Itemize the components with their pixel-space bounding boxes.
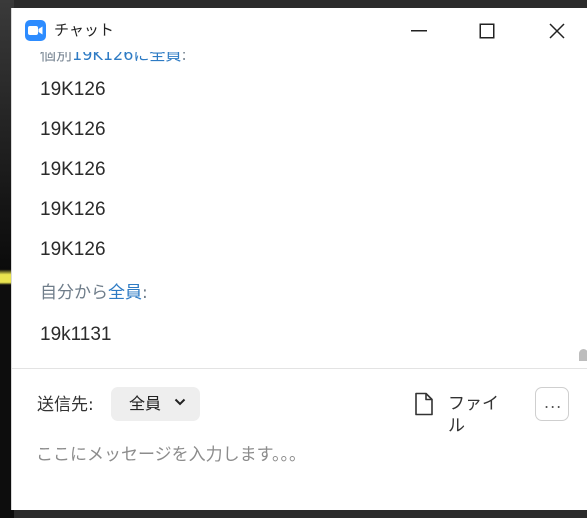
- chevron-down-icon: [174, 398, 186, 406]
- close-icon: [549, 23, 565, 39]
- message-input[interactable]: [36, 440, 556, 470]
- sender-name: 自分から: [40, 283, 108, 303]
- recipient-value: 全員: [129, 394, 162, 413]
- chat-message-list[interactable]: 個別19K126に全員: 19K126 19K126 19K126 19K126…: [12, 52, 587, 368]
- title-bar[interactable]: チャット: [12, 8, 587, 52]
- recipient-dropdown[interactable]: 全員: [111, 387, 200, 421]
- chat-message: 19K126: [40, 199, 106, 220]
- chat-message: 19k1131: [40, 324, 112, 345]
- message-scrollbar[interactable]: [577, 52, 587, 368]
- header-colon: :: [181, 52, 187, 64]
- message-sender-header: 個別19K126に全員:: [40, 52, 187, 65]
- header-colon: :: [142, 283, 148, 303]
- close-button[interactable]: [535, 16, 579, 46]
- more-icon: ...: [544, 393, 563, 412]
- send-to-label: 送信先:: [37, 395, 94, 415]
- minimize-icon: [411, 30, 427, 32]
- sender-name: 個別: [40, 52, 73, 64]
- window-title: チャット: [54, 21, 114, 39]
- chat-window: チャット 個別19K126に全員: 19K126 19K126 19K126 1…: [11, 8, 587, 510]
- maximize-icon: [479, 23, 495, 39]
- message-composer: 送信先: 全員 ファイル ...: [12, 369, 587, 510]
- recipient-name: 19K126に全員: [72, 52, 182, 64]
- chat-message: 19K126: [40, 239, 106, 260]
- chat-message: 19K126: [40, 159, 106, 180]
- zoom-camera-icon: [25, 20, 46, 41]
- minimize-button[interactable]: [397, 16, 441, 46]
- recipient-name[interactable]: 全員: [108, 283, 142, 303]
- chat-message: 19K126: [40, 79, 106, 100]
- maximize-button[interactable]: [465, 16, 509, 46]
- scrollbar-thumb[interactable]: [579, 349, 587, 361]
- more-options-button[interactable]: ...: [535, 387, 569, 421]
- chat-message: 19K126: [40, 119, 106, 140]
- file-icon: [415, 392, 433, 416]
- message-sender-header: 自分から全員:: [40, 282, 148, 304]
- file-button-label: ファイル: [448, 394, 499, 436]
- file-button[interactable]: ファイル: [412, 389, 508, 436]
